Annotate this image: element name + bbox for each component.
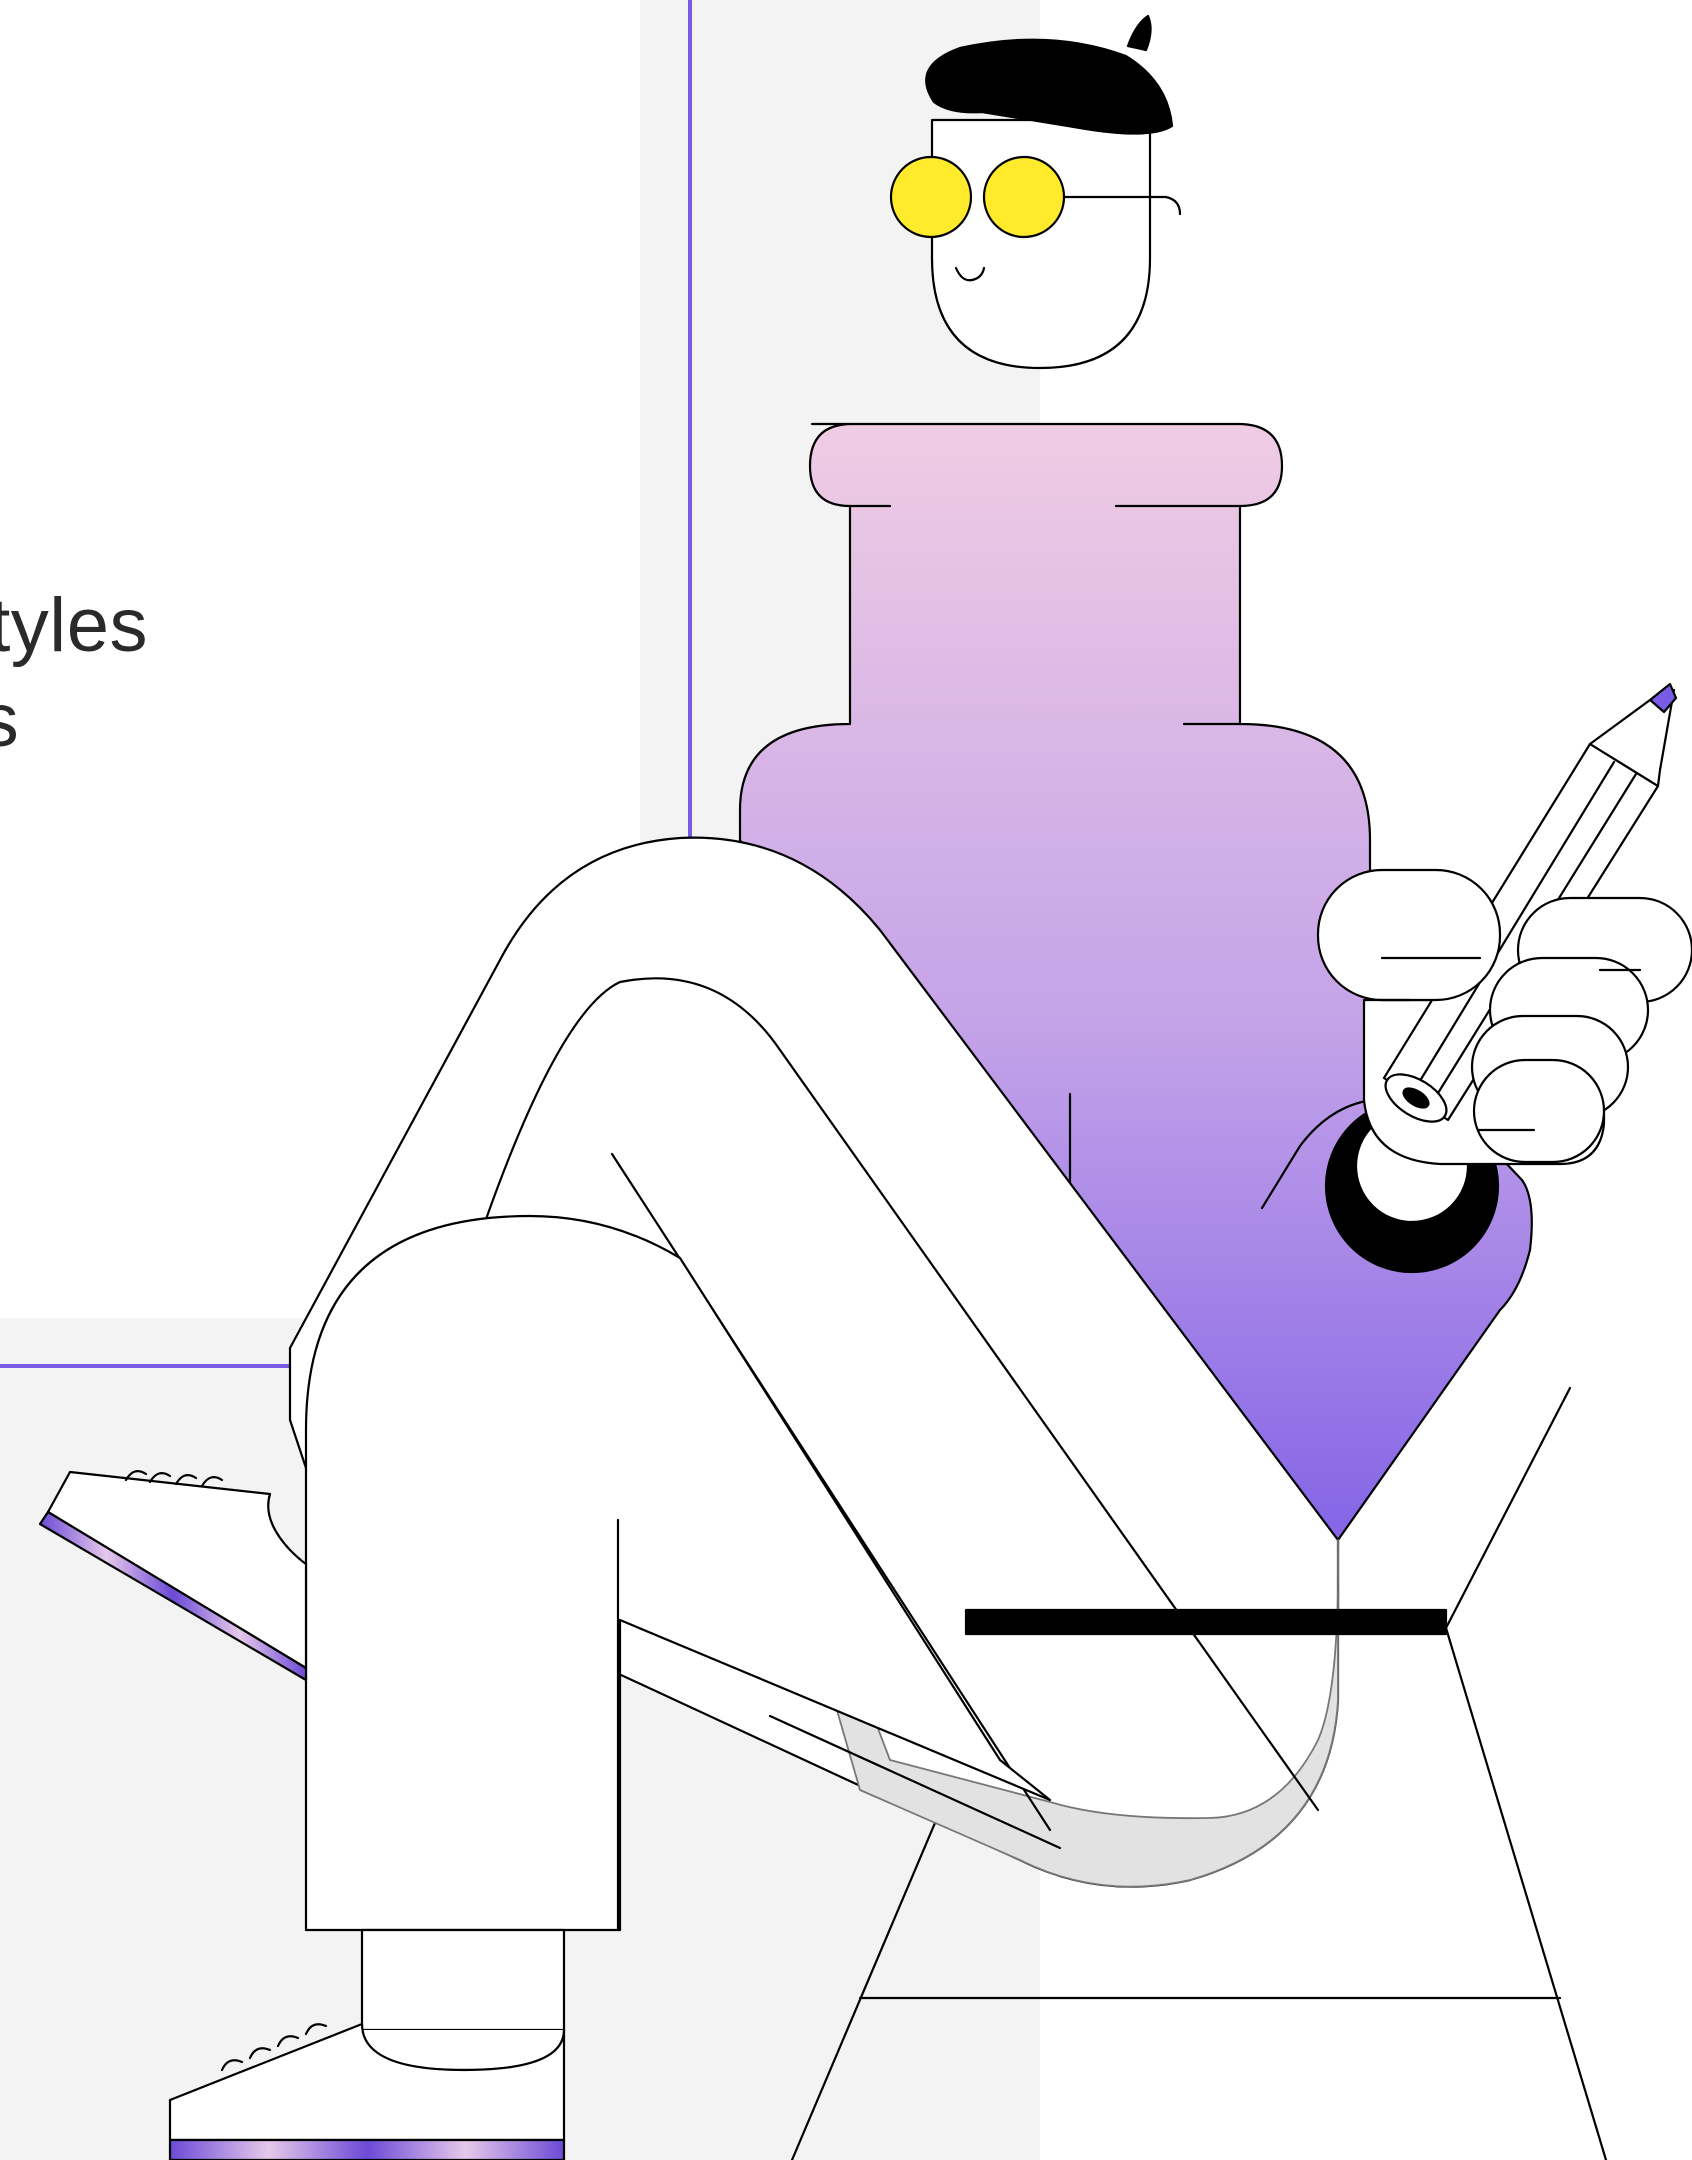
glasses-lens-left bbox=[889, 155, 973, 239]
illustration-seated-person bbox=[38, 14, 1692, 2160]
sneaker-back bbox=[38, 1469, 308, 1682]
stool-seat bbox=[964, 1608, 1448, 1636]
head bbox=[889, 14, 1182, 370]
glasses-lens-right bbox=[982, 155, 1066, 239]
